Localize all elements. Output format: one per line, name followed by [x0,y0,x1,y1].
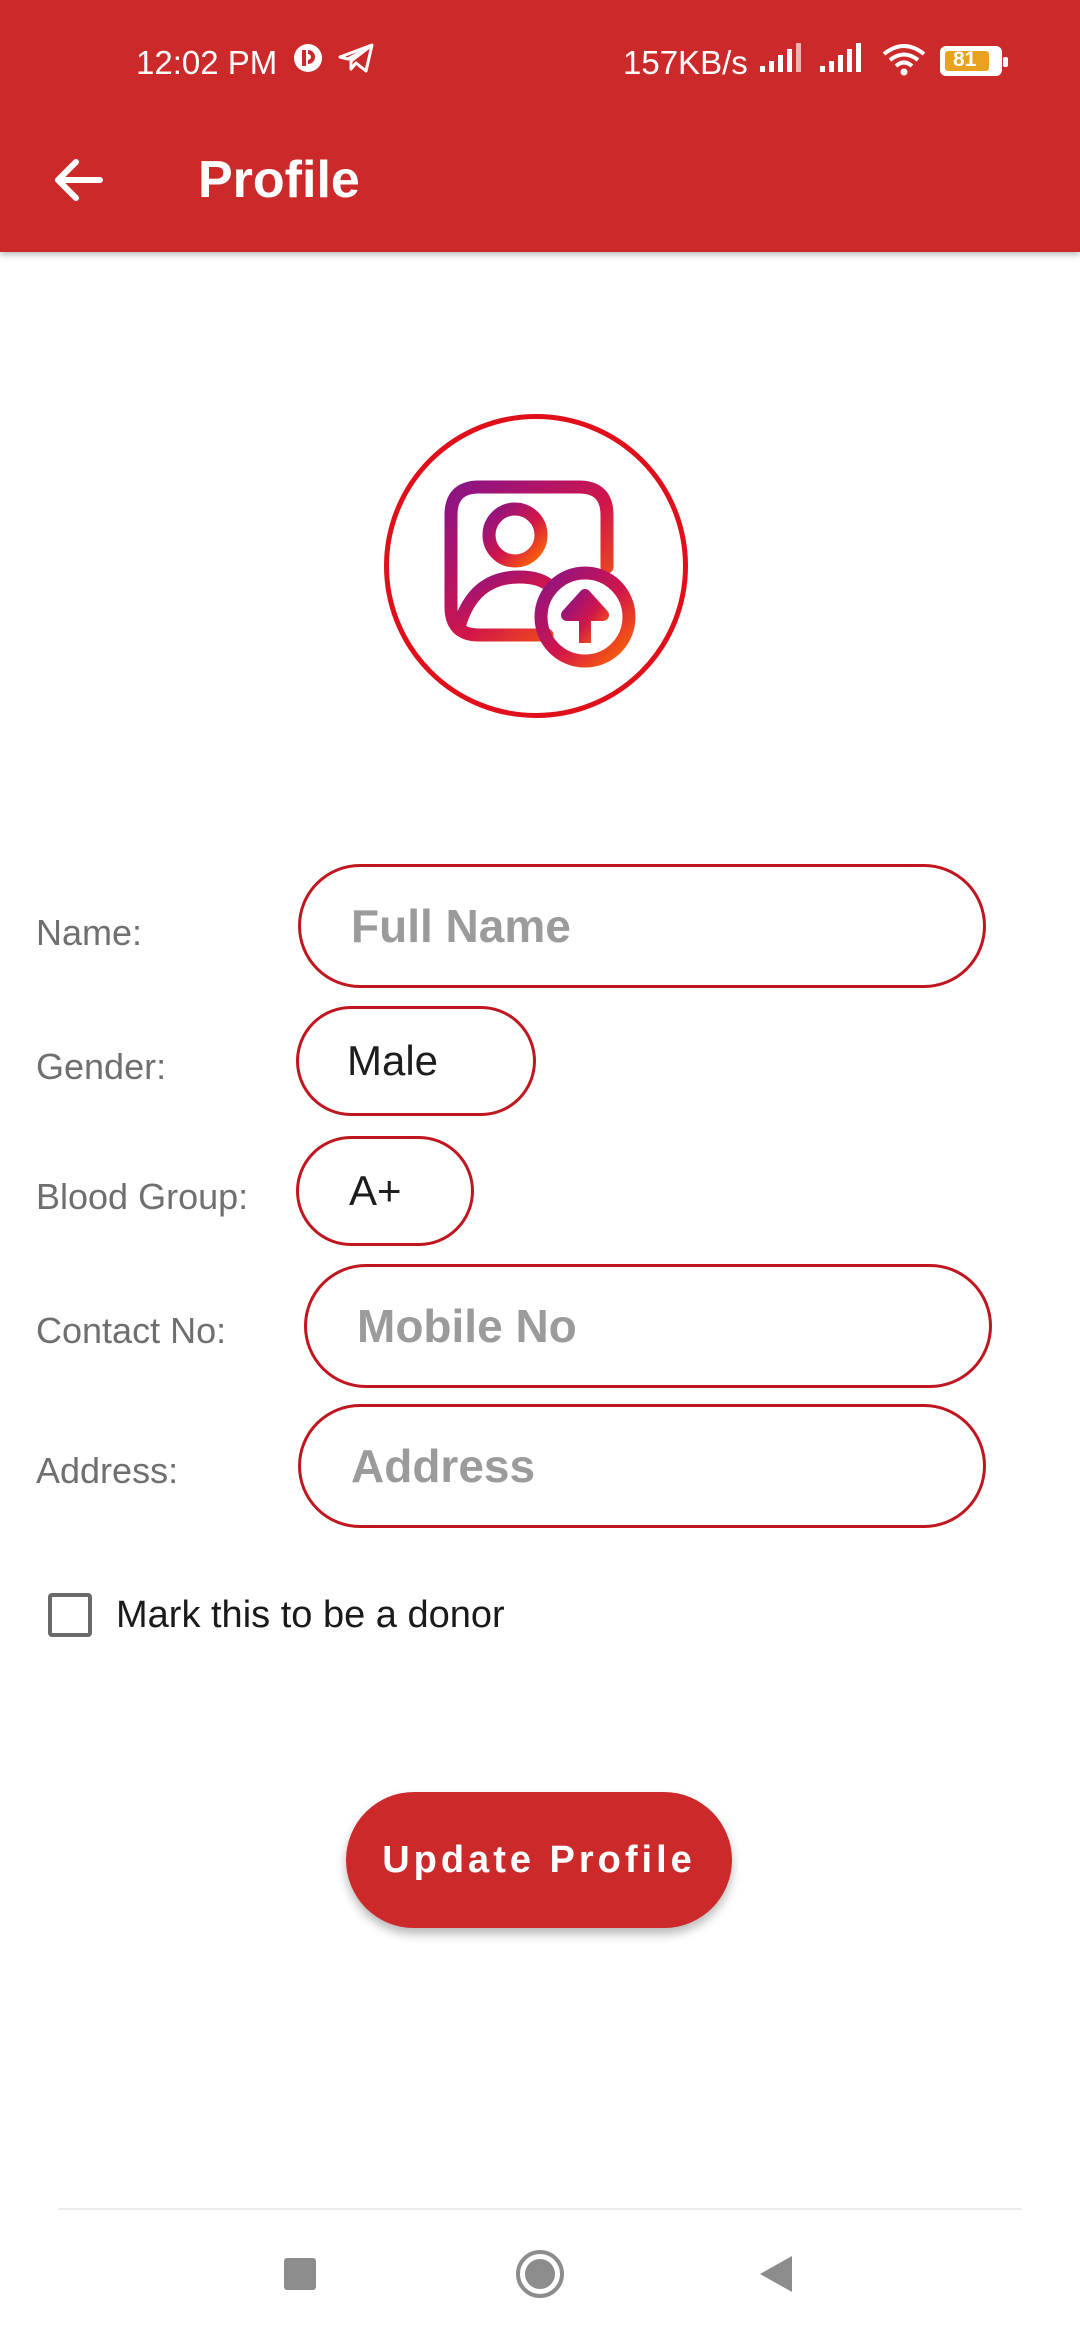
contact-label: Contact No: [36,1310,227,1351]
status-bar: 12:02 PM 157KB/s 81 [0,0,1080,125]
vpn-icon [294,44,322,72]
donor-checkbox[interactable] [48,1593,92,1637]
nav-divider [58,2208,1022,2210]
nav-home-icon[interactable] [514,2248,566,2300]
address-field[interactable] [298,1404,986,1528]
nav-recents-icon[interactable] [282,2256,318,2292]
mobile-input[interactable] [357,1267,949,1385]
name-input[interactable] [351,867,943,985]
gender-select[interactable]: Male [296,1006,536,1116]
signal-1-icon [760,43,801,72]
name-label: Name: [36,912,143,953]
signal-2-icon [820,43,861,72]
gender-value: Male [347,1037,439,1084]
telegram-icon [338,43,374,73]
blood-group-select[interactable]: A+ [296,1136,474,1246]
page-title: Profile [198,151,360,209]
upload-avatar-icon [444,480,636,668]
profile-photo-picker[interactable] [384,414,688,718]
update-profile-button[interactable]: Update Profile [346,1792,732,1928]
gender-label: Gender: [36,1046,167,1087]
nav-back-icon[interactable] [758,2254,794,2294]
name-field[interactable] [298,864,986,988]
battery-icon: 81 [940,46,1008,76]
donor-checkbox-label[interactable]: Mark this to be a donor [116,1594,505,1637]
back-arrow-icon[interactable] [48,150,108,210]
network-speed: 157KB/s [623,44,748,81]
blood-group-value: A+ [349,1167,402,1214]
contact-field[interactable] [304,1264,992,1388]
blood-group-label: Blood Group: [36,1176,249,1217]
address-label: Address: [36,1450,179,1491]
update-profile-label: Update Profile [382,1838,696,1881]
app-bar: 12:02 PM 157KB/s 81 Profile [0,0,1080,252]
wifi-icon [882,44,926,76]
battery-level: 81 [953,48,977,71]
status-time: 12:02 PM [136,44,278,81]
address-input[interactable] [351,1407,943,1525]
